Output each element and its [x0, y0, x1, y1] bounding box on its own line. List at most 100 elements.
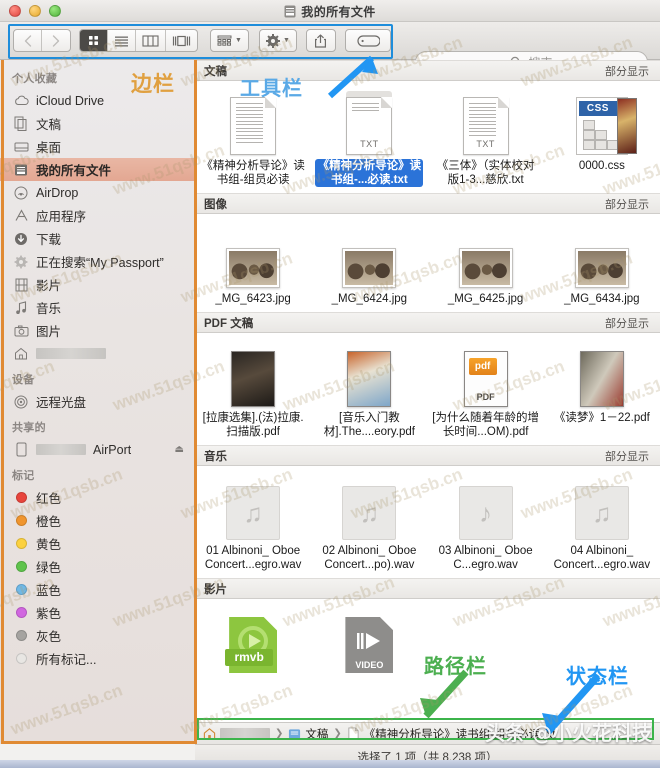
file-item[interactable]: _MG_6423.jpg	[195, 224, 311, 306]
sidebar-item-icloud-drive[interactable]: iCloud Drive	[0, 89, 194, 112]
sidebar-item-label: 图片	[36, 325, 62, 339]
file-item[interactable]: _MG_6424.jpg	[311, 224, 427, 306]
column-view-button[interactable]	[136, 30, 166, 51]
sidebar-item-label: 红色	[36, 492, 62, 506]
file-item[interactable]: [拉康选集].(法)拉康.扫描版.pdf	[195, 343, 311, 439]
file-thumbnail: VIDEO	[345, 609, 394, 673]
airdrop-icon	[13, 185, 29, 201]
sidebar-item-saved-search[interactable]: 正在搜索“My Passport”	[0, 250, 194, 273]
view-mode-buttons	[79, 29, 198, 52]
cloud-icon	[13, 93, 29, 109]
file-item[interactable]: ♪ 03 Albinoni_ Oboe C...egro.wav	[428, 476, 544, 572]
sidebar-item-documents[interactable]: 文稿	[0, 112, 194, 135]
sidebar-section-shared: 共享的	[12, 422, 46, 434]
tag-dot-purple-icon	[13, 605, 29, 621]
file-item[interactable]: 《精神分析导论》读书组-组员必读	[195, 91, 311, 187]
file-item[interactable]: TXT 《三体》（实体校对版1-3...慈欣.txt	[428, 91, 544, 187]
maximize-button[interactable]	[49, 4, 61, 17]
action-button[interactable]: ▼	[258, 29, 297, 52]
coverflow-view-button[interactable]	[166, 30, 197, 51]
file-item[interactable]: [音乐入门教材].The....eory.pdf	[311, 343, 427, 439]
section-show-more[interactable]: 部分显示	[605, 63, 649, 79]
sidebar-item-label: 音乐	[36, 302, 62, 316]
tag-button[interactable]	[344, 29, 391, 52]
sidebar-item-movies[interactable]: 影片	[0, 273, 194, 296]
file-item[interactable]: VIDEO	[311, 609, 427, 677]
arrange-button[interactable]: ▼	[210, 29, 249, 52]
sidebar-item-label: 文稿	[36, 118, 62, 132]
file-name: _MG_6434.jpg	[564, 293, 640, 305]
file-item[interactable]: rmvb	[195, 609, 311, 677]
path-bar[interactable]: ❯ 文稿 ❯ 《精神分析导论》读书组-组员必读.txt	[195, 722, 660, 744]
sidebar-item-tag-purple[interactable]: 紫色	[0, 601, 194, 624]
tag-dot-red-icon	[13, 490, 29, 506]
arrange-icon[interactable]: ▼	[211, 30, 248, 51]
minimize-button[interactable]	[29, 4, 41, 17]
sidebar-item-airport[interactable]: AirPort ⏏	[0, 438, 194, 461]
tag-dot-all-icon	[13, 651, 29, 667]
close-button[interactable]	[9, 4, 21, 17]
title-bar: 我的所有文件	[0, 0, 660, 22]
file-row-music: ♫ 01 Albinoni_ Oboe Concert...egro.wav ♫…	[195, 466, 660, 578]
file-item[interactable]: ♫ 01 Albinoni_ Oboe Concert...egro.wav	[195, 476, 311, 572]
tag-dot-green-icon	[13, 559, 29, 575]
file-item[interactable]: _MG_6425.jpg	[428, 224, 544, 306]
sidebar-item-tag-orange[interactable]: 橙色	[0, 509, 194, 532]
sidebar-item-applications[interactable]: 应用程序	[0, 204, 194, 227]
video-file-icon: VIDEO	[345, 617, 394, 673]
file-item[interactable]: ♫ 04 Albinoni_ Concert...egro.wav	[544, 476, 660, 572]
gear-icon[interactable]: ▼	[260, 30, 296, 51]
file-item-selected[interactable]: TXT 《精神分析导论》读书组-...必读.txt	[311, 91, 427, 187]
breadcrumb-documents[interactable]: 文稿	[288, 726, 328, 742]
sidebar-item-tag-yellow[interactable]: 黄色	[0, 532, 194, 555]
sidebar-item-tag-blue[interactable]: 蓝色	[0, 578, 194, 601]
forward-button[interactable]	[42, 30, 70, 51]
breadcrumb-file[interactable]: 《精神分析导论》读书组-组员必读.txt	[347, 726, 555, 742]
sidebar-item-tag-green[interactable]: 绿色	[0, 555, 194, 578]
sidebar-item-airdrop[interactable]: AirDrop	[0, 181, 194, 204]
chevron-down-icon: ▼	[235, 37, 242, 44]
sidebar[interactable]: 个人收藏 iCloud Drive 文稿 桌面 我的所有文件 AirDrop 应…	[0, 60, 195, 744]
sidebar-item-remote-disc[interactable]: 远程光盘	[0, 390, 194, 413]
file-item[interactable]: CSS 0000.css	[544, 91, 660, 187]
all-files-icon	[13, 162, 29, 178]
sidebar-item-downloads[interactable]: 下载	[0, 227, 194, 250]
sidebar-item-label: 灰色	[36, 630, 62, 644]
section-header-movies: 影片	[195, 578, 660, 599]
sidebar-item-tag-red[interactable]: 红色	[0, 486, 194, 509]
file-item[interactable]: 《读梦》1－22.pdf	[544, 343, 660, 439]
share-icon[interactable]	[307, 30, 335, 51]
eject-icon[interactable]: ⏏	[175, 444, 184, 455]
file-thumbnail	[231, 343, 276, 407]
file-row-documents: 《精神分析导论》读书组-组员必读 TXT 《精神分析导论》读书组-...必读.t…	[195, 81, 660, 193]
file-name: _MG_6423.jpg	[215, 293, 291, 305]
breadcrumb-label: 文稿	[305, 728, 329, 741]
sidebar-item-tag-gray[interactable]: 灰色	[0, 624, 194, 647]
sidebar-item-all-my-files[interactable]: 我的所有文件	[0, 158, 194, 181]
list-view-button[interactable]	[108, 30, 136, 51]
share-button[interactable]	[305, 29, 336, 52]
file-browser-content[interactable]: 文稿 部分显示 《精神分析导论》读书组-组员必读 TXT 《精神分析导论》读书组…	[195, 60, 660, 744]
file-item[interactable]: _MG_6434.jpg	[544, 224, 660, 306]
sidebar-item-home[interactable]	[0, 342, 194, 365]
sidebar-item-pictures[interactable]: 图片	[0, 319, 194, 342]
downloads-icon	[13, 231, 29, 247]
breadcrumb-home[interactable]	[203, 727, 270, 740]
window-title: 我的所有文件	[301, 4, 376, 19]
section-show-more[interactable]: 部分显示	[605, 448, 649, 464]
pdf-book-icon	[347, 351, 392, 407]
sidebar-item-music[interactable]: 音乐	[0, 296, 194, 319]
breadcrumb-separator: ❯	[333, 728, 342, 739]
section-show-more[interactable]: 部分显示	[605, 196, 649, 212]
file-type-badge: VIDEO	[355, 660, 384, 670]
section-show-more[interactable]: 部分显示	[605, 315, 649, 331]
sidebar-item-label: 远程光盘	[36, 396, 87, 410]
icon-view-button[interactable]	[80, 30, 108, 51]
file-item[interactable]: ♫ 02 Albinoni_ Oboe Concert...po).wav	[311, 476, 427, 572]
sidebar-item-desktop[interactable]: 桌面	[0, 135, 194, 158]
tag-icon[interactable]	[346, 30, 390, 51]
sidebar-item-all-tags[interactable]: 所有标记...	[0, 647, 194, 670]
traffic-lights	[9, 4, 61, 17]
back-button[interactable]	[14, 30, 42, 51]
file-item[interactable]: pdf PDF [为什么随着年龄的增长时间...OM).pdf	[428, 343, 544, 439]
